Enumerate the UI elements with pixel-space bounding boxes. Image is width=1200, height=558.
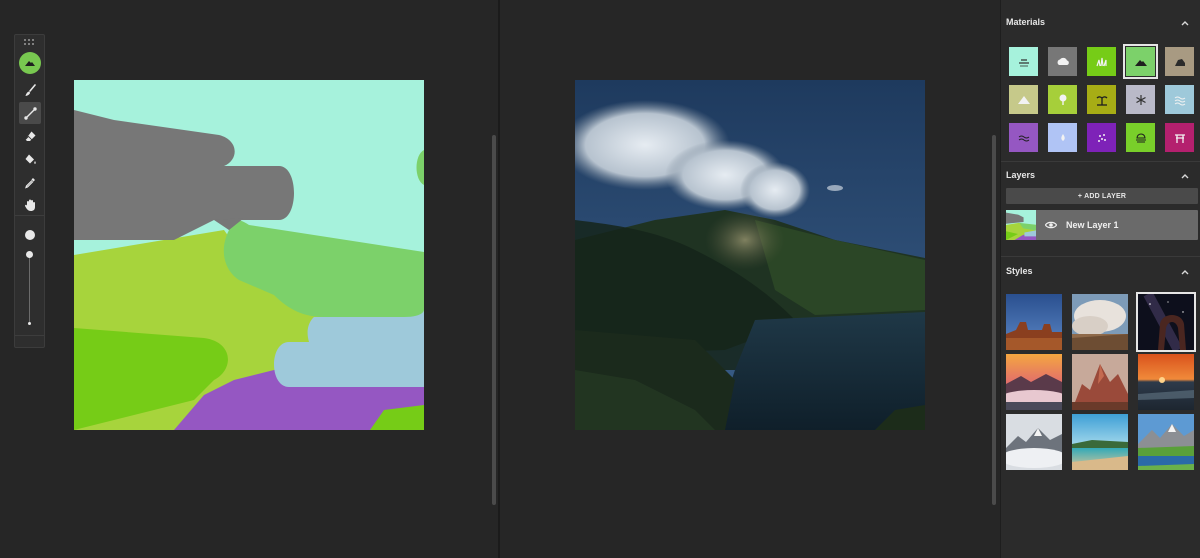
eyedropper-icon — [24, 177, 35, 188]
app-root: Materials Layers + ADD LAYER New Layer 1… — [0, 0, 1200, 558]
line-icon — [23, 106, 37, 120]
style-thumbnail-sunset-sea-of-clouds[interactable] — [1006, 354, 1062, 410]
tool-palette — [14, 34, 45, 348]
drag-handle-icon[interactable] — [24, 39, 36, 47]
flowers-icon — [1097, 133, 1106, 142]
visibility-eye-icon[interactable] — [1045, 220, 1057, 230]
brush-tool-button[interactable] — [19, 79, 41, 101]
style-thumbnail-desert-mesa[interactable] — [1006, 294, 1062, 350]
brush-size-slider[interactable] — [29, 255, 30, 323]
material-snow-button[interactable] — [1126, 85, 1155, 114]
material-flowers-button[interactable] — [1087, 123, 1116, 152]
snow-icon — [1135, 94, 1146, 105]
segmentation-pane — [0, 0, 498, 558]
style-thumbnail-tropical-beach[interactable] — [1072, 414, 1128, 470]
brush-size-slider-thumb[interactable] — [26, 251, 33, 258]
min-size-indicator — [28, 322, 31, 325]
sidebar: Materials Layers + ADD LAYER New Layer 1… — [1000, 0, 1200, 558]
layer-thumbnail — [1006, 210, 1036, 240]
max-size-indicator — [25, 230, 35, 240]
chevron-up-icon[interactable] — [1180, 267, 1190, 277]
section-divider — [1001, 161, 1200, 162]
styles-heading: Styles — [1006, 266, 1033, 276]
eyedropper-tool-button[interactable] — [19, 171, 41, 193]
water-icon — [1174, 96, 1185, 105]
terrain-tool-button[interactable] — [19, 52, 41, 74]
segmentation-map — [74, 80, 424, 430]
terrain-icon — [25, 61, 35, 66]
style-thumbnail-red-peaks[interactable] — [1072, 354, 1128, 410]
material-water-button[interactable] — [1165, 85, 1194, 114]
fill-bucket-icon — [25, 154, 36, 164]
material-cloud-button[interactable] — [1048, 47, 1077, 76]
material-structure-button[interactable] — [1165, 123, 1194, 152]
chevron-up-icon[interactable] — [1180, 171, 1190, 181]
line-tool-button[interactable] — [19, 102, 41, 124]
mountain-icon — [1017, 95, 1030, 104]
style-thumbnail-night-arch[interactable] — [1136, 292, 1196, 352]
materials-heading: Materials — [1006, 17, 1046, 27]
layer-item[interactable]: New Layer 1 — [1006, 210, 1198, 240]
material-hill-button[interactable] — [1123, 44, 1158, 79]
fill-tool-button[interactable] — [19, 148, 41, 170]
rain-icon — [1060, 133, 1065, 141]
material-sky-button[interactable] — [1009, 47, 1038, 76]
landscape-render — [575, 80, 925, 430]
style-thumbnail-ocean-sunset[interactable] — [1138, 354, 1194, 410]
right-pane-scrollbar[interactable] — [992, 135, 996, 505]
palm-icon — [1096, 95, 1107, 106]
left-pane-scrollbar[interactable] — [492, 135, 496, 505]
output-pane — [500, 0, 1000, 558]
section-divider — [1001, 256, 1200, 257]
hill-icon — [1134, 59, 1147, 66]
segmentation-canvas[interactable] — [74, 80, 424, 430]
sky-icon — [1018, 58, 1029, 66]
hand-icon — [24, 199, 35, 211]
material-tree-button[interactable] — [1048, 85, 1077, 114]
material-fog-button[interactable] — [1126, 123, 1155, 152]
style-thumbnail-misty-snow-peaks[interactable] — [1006, 414, 1062, 470]
material-sea-button[interactable] — [1009, 123, 1038, 152]
style-thumbnail-clouds[interactable] — [1072, 294, 1128, 350]
add-layer-button[interactable]: + ADD LAYER — [1006, 188, 1198, 204]
fog-icon — [1135, 132, 1146, 143]
material-dirt-button[interactable] — [1165, 47, 1194, 76]
style-thumbnail-alpine-lake[interactable] — [1138, 414, 1194, 470]
sea-icon — [1018, 135, 1029, 141]
eraser-tool-button[interactable] — [19, 125, 41, 147]
material-mountain-button[interactable] — [1009, 85, 1038, 114]
dirt-icon — [1174, 58, 1185, 66]
material-rain-button[interactable] — [1048, 123, 1077, 152]
brush-icon — [25, 83, 36, 96]
eraser-icon — [24, 131, 35, 141]
chevron-up-icon[interactable] — [1180, 18, 1190, 28]
cloud-icon — [1057, 57, 1069, 65]
material-grass-button[interactable] — [1087, 47, 1116, 76]
pan-tool-button[interactable] — [19, 194, 41, 216]
generated-image — [575, 80, 925, 430]
structure-icon — [1174, 133, 1185, 143]
layers-heading: Layers — [1006, 170, 1036, 180]
material-palm-button[interactable] — [1087, 85, 1116, 114]
tree-icon — [1059, 94, 1066, 105]
grass-icon — [1095, 57, 1107, 66]
toolbar-divider — [15, 215, 44, 216]
toolbar-divider — [15, 335, 44, 336]
layer-name: New Layer 1 — [1066, 220, 1119, 230]
